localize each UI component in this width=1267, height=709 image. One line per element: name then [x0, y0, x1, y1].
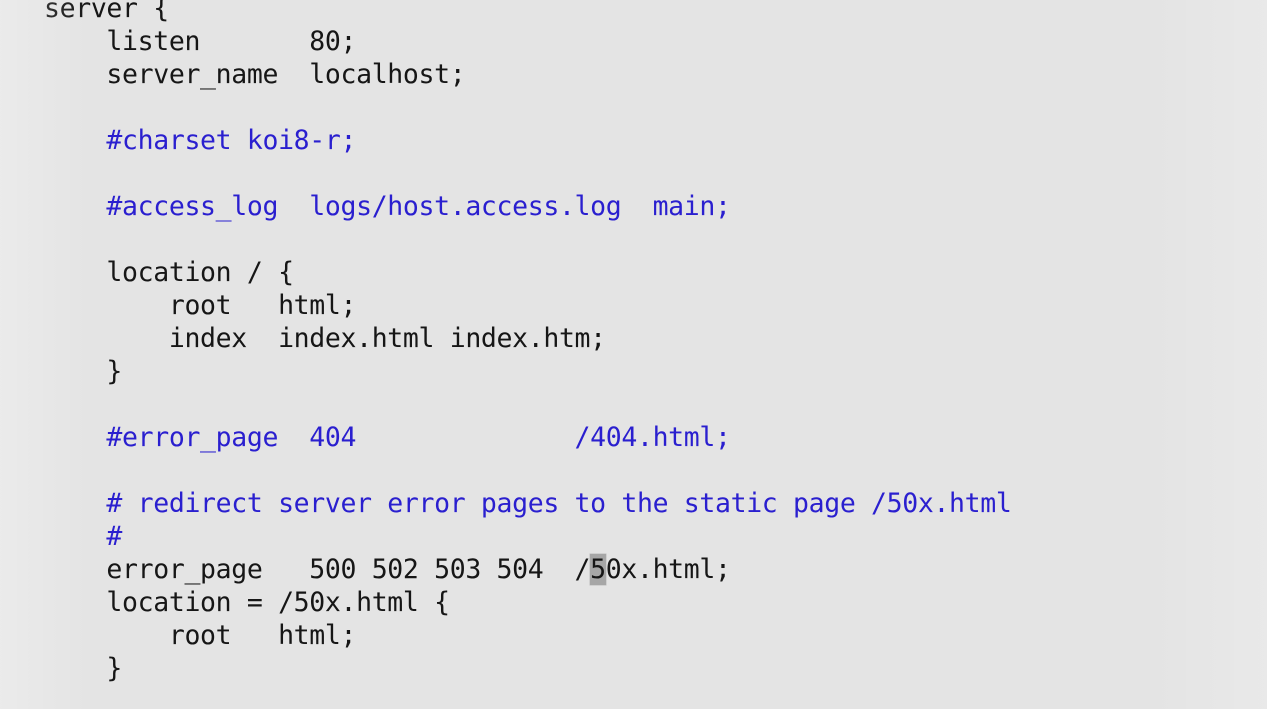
code-editor-surface[interactable]: server { listen 80; server_name localhos…: [0, 0, 1267, 709]
code-line-blank-4[interactable]: [44, 388, 1011, 421]
code-line-redirect-comment[interactable]: # redirect server error pages to the sta…: [44, 487, 1011, 520]
text-cursor[interactable]: 5: [590, 554, 606, 585]
code-line-close-brace-2[interactable]: }: [44, 652, 1011, 685]
code-line-error-page-50x[interactable]: error_page 500 502 503 504 /50x.html;: [44, 553, 1011, 586]
code-line-server-name[interactable]: server_name localhost;: [44, 58, 1011, 91]
code-line-suffix: 0x.html;: [605, 554, 731, 585]
code-line-prefix: error_page 500 502 503 504 /: [44, 554, 591, 585]
code-line-hash-comment[interactable]: #: [44, 520, 1011, 553]
code-line-error-page-404-comment[interactable]: #error_page 404 /404.html;: [44, 421, 1011, 454]
code-line-blank-2[interactable]: [44, 157, 1011, 190]
code-line-blank-1[interactable]: [44, 91, 1011, 124]
code-line-access-log-comment[interactable]: #access_log logs/host.access.log main;: [44, 190, 1011, 223]
code-line-location-root[interactable]: location / {: [44, 256, 1011, 289]
code-line-location-50x[interactable]: location = /50x.html {: [44, 586, 1011, 619]
code-line-listen[interactable]: listen 80;: [44, 25, 1011, 58]
code-line-root-html-2[interactable]: root html;: [44, 619, 1011, 652]
code-content[interactable]: server { listen 80; server_name localhos…: [44, 0, 1012, 685]
code-line-charset-comment[interactable]: #charset koi8-r;: [44, 124, 1011, 157]
code-line-root-html[interactable]: root html;: [44, 289, 1011, 322]
code-line-server-open[interactable]: server {: [44, 0, 1011, 25]
code-line-close-brace-1[interactable]: }: [44, 355, 1011, 388]
code-line-index[interactable]: index index.html index.htm;: [44, 322, 1011, 355]
code-line-blank-5[interactable]: [44, 454, 1011, 487]
code-line-blank-3[interactable]: [44, 223, 1011, 256]
